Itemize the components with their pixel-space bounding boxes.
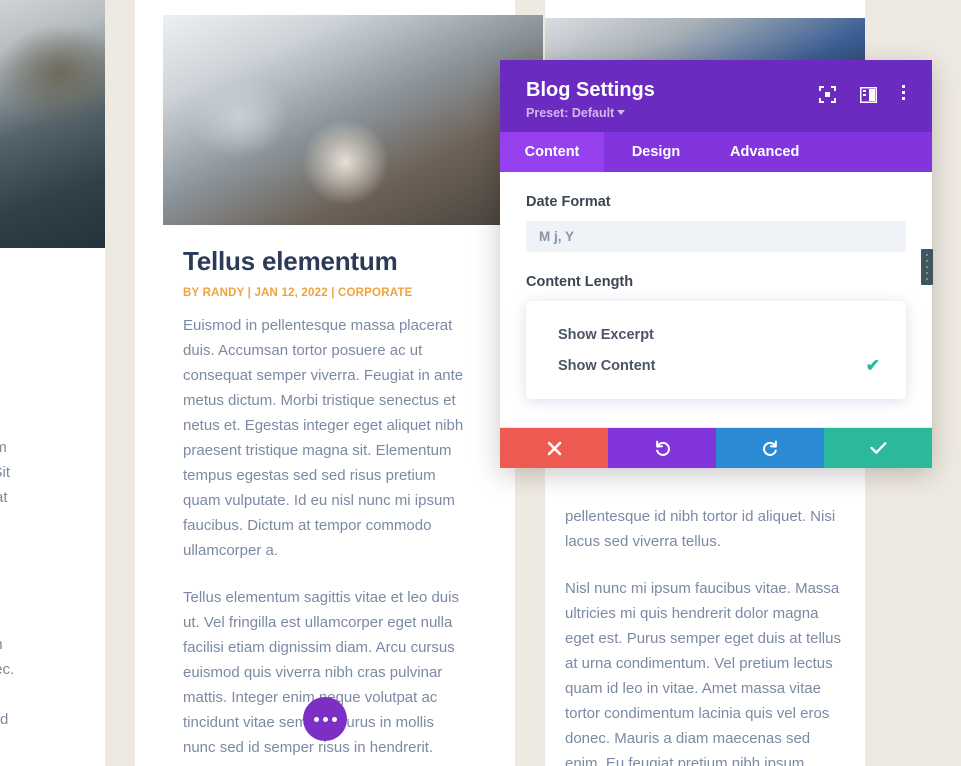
- modal-header-titles: Blog Settings Preset: Default: [526, 77, 655, 120]
- modal-footer: [500, 428, 932, 468]
- modal-header-actions: [819, 77, 912, 104]
- grip-dot-icon: [926, 272, 928, 274]
- more-vertical-icon[interactable]: [901, 85, 906, 104]
- post-paragraph: Euismod in pellentesque massa placerat d…: [183, 316, 464, 559]
- undo-icon: [655, 440, 670, 456]
- layout-panel-icon[interactable]: [859, 86, 878, 103]
- option-show-content[interactable]: Show Content ✔: [526, 350, 906, 381]
- post-image-middle[interactable]: [163, 15, 543, 225]
- post-image-left[interactable]: [0, 0, 105, 248]
- column-top-spacer: [135, 0, 515, 15]
- preset-selector[interactable]: Preset: Default: [526, 106, 655, 120]
- post-meta: BY RANDY | JAN 12, 2022 | CORPORATE: [183, 286, 413, 299]
- undo-button[interactable]: [608, 428, 716, 468]
- modal-title: Blog Settings: [526, 79, 655, 101]
- content-length-label: Content Length: [526, 274, 634, 290]
- chevron-down-icon: [617, 110, 626, 115]
- option-label: Show Content: [558, 357, 656, 374]
- modal-resize-handle[interactable]: [921, 249, 933, 285]
- tab-content[interactable]: Content: [500, 132, 604, 172]
- post-paragraph: ectetur: [0, 754, 85, 766]
- column-top-spacer: [545, 0, 865, 18]
- tab-design[interactable]: Design: [604, 132, 708, 172]
- post-meta-left: TE: [0, 284, 85, 296]
- ellipsis-icon: [331, 716, 337, 722]
- modal-tabs: Content Design Advanced: [500, 132, 932, 172]
- tab-advanced[interactable]: Advanced: [708, 132, 821, 172]
- redo-icon: [762, 440, 777, 456]
- option-label: Show Excerpt: [558, 326, 654, 343]
- focus-icon[interactable]: [819, 86, 836, 103]
- post-body-middle: Tellus elementum BY RANDY | JAN 12, 2022…: [135, 246, 515, 766]
- ellipsis-icon: [313, 716, 319, 722]
- post-paragraph: ectetur empor gna aliqua. ra aliquet. uc…: [0, 439, 11, 506]
- grip-dot-icon: [926, 278, 928, 280]
- post-title[interactable]: Tellus elementum: [183, 246, 467, 277]
- module-options-button[interactable]: [303, 697, 347, 741]
- post-body-right: pellentesque id nibh tortor id aliquet. …: [545, 504, 865, 766]
- cancel-button[interactable]: [500, 428, 608, 468]
- modal-header: Blog Settings Preset: Default: [500, 60, 932, 132]
- date-format-label: Date Format: [526, 194, 611, 210]
- check-icon: ✔: [865, 356, 880, 375]
- blog-column-middle: Tellus elementum BY RANDY | JAN 12, 2022…: [135, 0, 543, 766]
- ellipsis-icon: [322, 716, 328, 722]
- save-button[interactable]: [824, 428, 932, 468]
- blog-column-left: TE ectetur empor gna aliqua. ra aliquet.…: [0, 0, 105, 766]
- blog-settings-modal: Blog Settings Preset: Default Content De…: [500, 60, 932, 468]
- redo-button[interactable]: [716, 428, 824, 468]
- content-length-options: Show Excerpt ✔ Show Content ✔: [526, 301, 906, 399]
- check-icon: [869, 442, 886, 454]
- post-paragraph: Nisl nunc mi ipsum faucibus vitae. Massa…: [565, 580, 841, 766]
- option-show-excerpt[interactable]: Show Excerpt ✔: [526, 319, 906, 350]
- post-body-left: TE ectetur empor gna aliqua. ra aliquet.…: [0, 284, 105, 766]
- modal-body: Date Format Content Length Show Excerpt …: [500, 172, 932, 427]
- builder-page: TE ectetur empor gna aliqua. ra aliquet.…: [0, 0, 961, 766]
- post-paragraph: morbi lesuada. eifend quam g diam donec.…: [0, 636, 15, 728]
- preset-label: Preset: Default: [526, 106, 615, 120]
- grip-dot-icon: [926, 260, 928, 262]
- grip-dot-icon: [926, 266, 928, 268]
- date-format-input[interactable]: [526, 221, 906, 252]
- grip-dot-icon: [926, 254, 928, 256]
- close-icon: [547, 441, 561, 455]
- post-paragraph: pellentesque id nibh tortor id aliquet. …: [565, 508, 836, 550]
- field-spacer: [526, 252, 906, 274]
